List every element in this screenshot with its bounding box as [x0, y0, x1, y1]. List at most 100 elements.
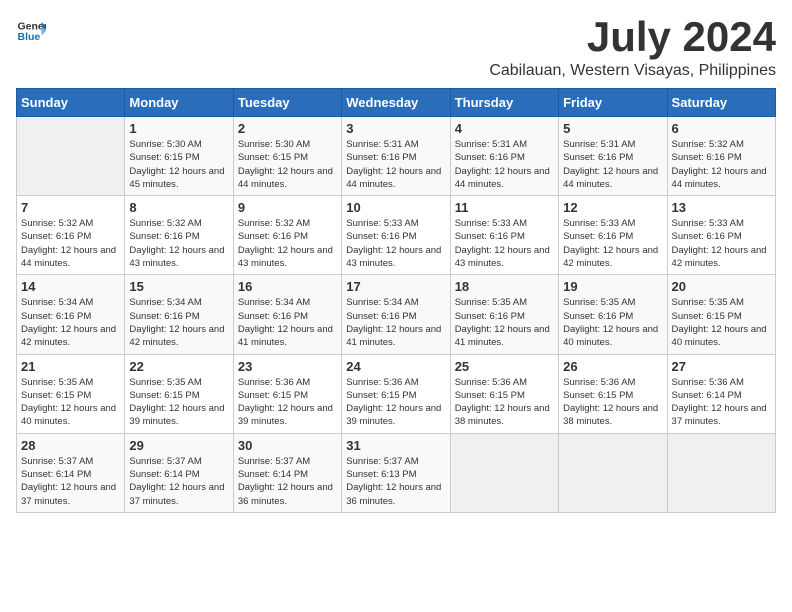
calendar-cell: 30Sunrise: 5:37 AMSunset: 6:14 PMDayligh… — [233, 433, 341, 512]
weekday-header: Tuesday — [233, 89, 341, 117]
day-number: 5 — [563, 121, 662, 136]
day-number: 7 — [21, 200, 120, 215]
calendar-cell: 5 Sunrise: 5:31 AMSunset: 6:16 PMDaylight… — [559, 117, 667, 196]
svg-text:Blue: Blue — [18, 31, 41, 43]
calendar-cell: 11 Sunrise: 5:33 AMSunset: 6:16 PMDayligh… — [450, 196, 558, 275]
calendar-week-row: 21 Sunrise: 5:35 AMSunset: 6:15 PMDayligh… — [17, 354, 776, 433]
day-info: Sunrise: 5:33 AMSunset: 6:16 PMDaylight:… — [672, 217, 771, 270]
day-info: Sunrise: 5:34 AMSunset: 6:16 PMDaylight:… — [346, 296, 445, 349]
calendar-cell: 19 Sunrise: 5:35 AMSunset: 6:16 PMDayligh… — [559, 275, 667, 354]
calendar-cell: 9 Sunrise: 5:32 AMSunset: 6:16 PMDaylight… — [233, 196, 341, 275]
day-info: Sunrise: 5:33 AMSunset: 6:16 PMDaylight:… — [455, 217, 554, 270]
day-info: Sunrise: 5:37 AMSunset: 6:14 PMDaylight:… — [21, 455, 120, 508]
calendar-week-row: 1 Sunrise: 5:30 AMSunset: 6:15 PMDaylight… — [17, 117, 776, 196]
calendar-week-row: 28Sunrise: 5:37 AMSunset: 6:14 PMDayligh… — [17, 433, 776, 512]
calendar-cell: 13 Sunrise: 5:33 AMSunset: 6:16 PMDayligh… — [667, 196, 775, 275]
day-number: 4 — [455, 121, 554, 136]
calendar-cell: 16Sunrise: 5:34 AMSunset: 6:16 PMDayligh… — [233, 275, 341, 354]
logo-icon: General Blue — [16, 16, 46, 46]
calendar-cell: 6 Sunrise: 5:32 AMSunset: 6:16 PMDaylight… — [667, 117, 775, 196]
calendar-cell: 10 Sunrise: 5:33 AMSunset: 6:16 PMDayligh… — [342, 196, 450, 275]
day-info: Sunrise: 5:36 AMSunset: 6:15 PMDaylight:… — [563, 376, 662, 429]
calendar-cell: 25Sunrise: 5:36 AMSunset: 6:15 PMDayligh… — [450, 354, 558, 433]
day-number: 27 — [672, 359, 771, 374]
day-number: 25 — [455, 359, 554, 374]
day-info: Sunrise: 5:36 AMSunset: 6:15 PMDaylight:… — [346, 376, 445, 429]
day-info: Sunrise: 5:35 AMSunset: 6:16 PMDaylight:… — [563, 296, 662, 349]
day-info: Sunrise: 5:35 AMSunset: 6:15 PMDaylight:… — [672, 296, 771, 349]
calendar-cell — [450, 433, 558, 512]
location-title: Cabilauan, Western Visayas, Philippines — [489, 62, 776, 80]
day-number: 21 — [21, 359, 120, 374]
day-info: Sunrise: 5:32 AMSunset: 6:16 PMDaylight:… — [129, 217, 228, 270]
day-info: Sunrise: 5:33 AMSunset: 6:16 PMDaylight:… — [563, 217, 662, 270]
calendar-cell: 26 Sunrise: 5:36 AMSunset: 6:15 PMDayligh… — [559, 354, 667, 433]
day-number: 31 — [346, 438, 445, 453]
calendar-table: SundayMondayTuesdayWednesdayThursdayFrid… — [16, 88, 776, 513]
month-title: July 2024 — [489, 16, 776, 58]
day-info: Sunrise: 5:32 AMSunset: 6:16 PMDaylight:… — [21, 217, 120, 270]
calendar-cell: 2 Sunrise: 5:30 AMSunset: 6:15 PMDaylight… — [233, 117, 341, 196]
day-number: 20 — [672, 279, 771, 294]
weekday-header: Saturday — [667, 89, 775, 117]
day-info: Sunrise: 5:37 AMSunset: 6:14 PMDaylight:… — [238, 455, 337, 508]
calendar-cell: 21 Sunrise: 5:35 AMSunset: 6:15 PMDayligh… — [17, 354, 125, 433]
calendar-cell: 7 Sunrise: 5:32 AMSunset: 6:16 PMDaylight… — [17, 196, 125, 275]
day-info: Sunrise: 5:33 AMSunset: 6:16 PMDaylight:… — [346, 217, 445, 270]
logo: General Blue — [16, 16, 46, 46]
day-number: 11 — [455, 200, 554, 215]
day-number: 9 — [238, 200, 337, 215]
day-info: Sunrise: 5:31 AMSunset: 6:16 PMDaylight:… — [563, 138, 662, 191]
day-number: 15 — [129, 279, 228, 294]
day-number: 19 — [563, 279, 662, 294]
day-number: 8 — [129, 200, 228, 215]
day-number: 10 — [346, 200, 445, 215]
day-info: Sunrise: 5:32 AMSunset: 6:16 PMDaylight:… — [238, 217, 337, 270]
calendar-cell: 22Sunrise: 5:35 AMSunset: 6:15 PMDayligh… — [125, 354, 233, 433]
day-info: Sunrise: 5:35 AMSunset: 6:16 PMDaylight:… — [455, 296, 554, 349]
day-number: 22 — [129, 359, 228, 374]
calendar-cell: 14 Sunrise: 5:34 AMSunset: 6:16 PMDayligh… — [17, 275, 125, 354]
day-number: 6 — [672, 121, 771, 136]
weekday-header: Thursday — [450, 89, 558, 117]
day-number: 29 — [129, 438, 228, 453]
calendar-cell: 18Sunrise: 5:35 AMSunset: 6:16 PMDayligh… — [450, 275, 558, 354]
day-info: Sunrise: 5:32 AMSunset: 6:16 PMDaylight:… — [672, 138, 771, 191]
calendar-cell: 31 Sunrise: 5:37 AMSunset: 6:13 PMDayligh… — [342, 433, 450, 512]
calendar-cell: 24Sunrise: 5:36 AMSunset: 6:15 PMDayligh… — [342, 354, 450, 433]
day-number: 13 — [672, 200, 771, 215]
day-info: Sunrise: 5:37 AMSunset: 6:14 PMDaylight:… — [129, 455, 228, 508]
calendar-cell: 12 Sunrise: 5:33 AMSunset: 6:16 PMDayligh… — [559, 196, 667, 275]
weekday-header: Sunday — [17, 89, 125, 117]
day-number: 12 — [563, 200, 662, 215]
day-info: Sunrise: 5:37 AMSunset: 6:13 PMDaylight:… — [346, 455, 445, 508]
weekday-header: Monday — [125, 89, 233, 117]
weekday-header: Wednesday — [342, 89, 450, 117]
day-info: Sunrise: 5:31 AMSunset: 6:16 PMDaylight:… — [346, 138, 445, 191]
calendar-cell: 28Sunrise: 5:37 AMSunset: 6:14 PMDayligh… — [17, 433, 125, 512]
day-number: 17 — [346, 279, 445, 294]
day-info: Sunrise: 5:34 AMSunset: 6:16 PMDaylight:… — [238, 296, 337, 349]
calendar-header: SundayMondayTuesdayWednesdayThursdayFrid… — [17, 89, 776, 117]
calendar-week-row: 7 Sunrise: 5:32 AMSunset: 6:16 PMDaylight… — [17, 196, 776, 275]
calendar-cell: 1 Sunrise: 5:30 AMSunset: 6:15 PMDaylight… — [125, 117, 233, 196]
day-number: 26 — [563, 359, 662, 374]
day-number: 2 — [238, 121, 337, 136]
calendar-cell — [667, 433, 775, 512]
calendar-cell — [17, 117, 125, 196]
calendar-cell — [559, 433, 667, 512]
day-number: 14 — [21, 279, 120, 294]
day-info: Sunrise: 5:34 AMSunset: 6:16 PMDaylight:… — [129, 296, 228, 349]
calendar-cell: 15 Sunrise: 5:34 AMSunset: 6:16 PMDayligh… — [125, 275, 233, 354]
day-number: 23 — [238, 359, 337, 374]
day-info: Sunrise: 5:30 AMSunset: 6:15 PMDaylight:… — [129, 138, 228, 191]
calendar-cell: 20 Sunrise: 5:35 AMSunset: 6:15 PMDayligh… — [667, 275, 775, 354]
day-info: Sunrise: 5:35 AMSunset: 6:15 PMDaylight:… — [21, 376, 120, 429]
calendar-cell: 4Sunrise: 5:31 AMSunset: 6:16 PMDaylight… — [450, 117, 558, 196]
day-info: Sunrise: 5:34 AMSunset: 6:16 PMDaylight:… — [21, 296, 120, 349]
calendar-cell: 27 Sunrise: 5:36 AMSunset: 6:14 PMDayligh… — [667, 354, 775, 433]
day-info: Sunrise: 5:36 AMSunset: 6:14 PMDaylight:… — [672, 376, 771, 429]
day-info: Sunrise: 5:30 AMSunset: 6:15 PMDaylight:… — [238, 138, 337, 191]
calendar-cell: 17 Sunrise: 5:34 AMSunset: 6:16 PMDayligh… — [342, 275, 450, 354]
day-number: 1 — [129, 121, 228, 136]
